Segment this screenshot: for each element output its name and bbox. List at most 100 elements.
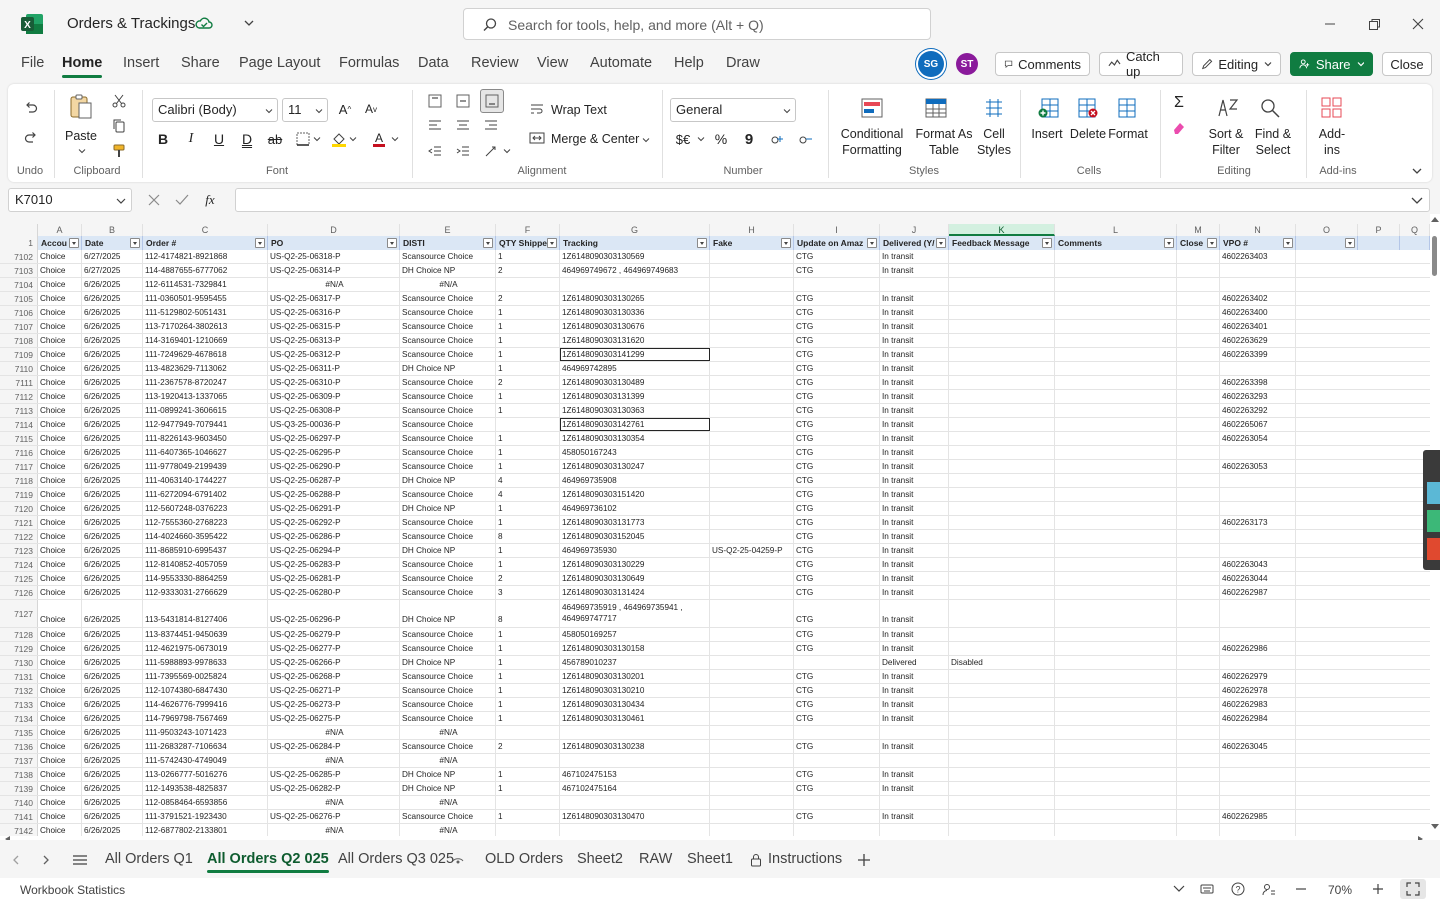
align-left-icon[interactable] bbox=[426, 116, 444, 134]
cell[interactable]: 111-5129802-5051431 bbox=[143, 306, 268, 319]
delete-button[interactable]: Delete bbox=[1068, 126, 1108, 142]
cell[interactable] bbox=[1177, 432, 1220, 445]
cell[interactable] bbox=[949, 502, 1055, 515]
row-number[interactable]: 7110 bbox=[0, 362, 38, 375]
cell[interactable]: #N/A bbox=[400, 824, 496, 836]
row-number[interactable]: 7112 bbox=[0, 390, 38, 403]
cell[interactable] bbox=[1177, 474, 1220, 487]
add-ins-button[interactable]: Add-ins bbox=[1312, 126, 1352, 158]
cell[interactable] bbox=[1177, 516, 1220, 529]
comments-button[interactable]: Comments bbox=[995, 52, 1090, 76]
cell[interactable] bbox=[710, 796, 794, 809]
cell[interactable]: 1Z6148090303130201 bbox=[560, 670, 710, 683]
table-row[interactable]: 7136 Choice 6/26/2025 111-2683287-7106634 US… bbox=[0, 740, 1430, 754]
prev-sheet-icon[interactable] bbox=[12, 855, 20, 865]
row-number[interactable]: 7116 bbox=[0, 446, 38, 459]
cell[interactable]: 467102475164 bbox=[560, 782, 710, 795]
cell[interactable] bbox=[949, 740, 1055, 753]
cell[interactable]: DH Choice NP bbox=[400, 544, 496, 557]
cell[interactable]: 4602262978 bbox=[1220, 684, 1296, 697]
table-row[interactable]: 7118 Choice 6/26/2025 111-4063140-1744227 US… bbox=[0, 474, 1430, 488]
cell[interactable] bbox=[1220, 824, 1296, 836]
cell[interactable] bbox=[880, 754, 949, 767]
delete-cells-icon[interactable] bbox=[1074, 94, 1102, 122]
cell[interactable] bbox=[1177, 334, 1220, 347]
cell[interactable]: 467102475153 bbox=[560, 768, 710, 781]
column-header[interactable]: F bbox=[496, 224, 560, 236]
filter-dropdown-icon[interactable] bbox=[1207, 238, 1217, 248]
cell[interactable]: In transit bbox=[880, 446, 949, 459]
table-row[interactable]: 7114 Choice 6/26/2025 112-9477949-7079441 US… bbox=[0, 418, 1430, 432]
cell[interactable] bbox=[949, 544, 1055, 557]
table-row[interactable]: 7130 Choice 6/26/2025 111-5988893-9978633 US… bbox=[0, 656, 1430, 670]
cell[interactable]: 1Z6148090303131424 bbox=[560, 586, 710, 599]
cell[interactable]: #N/A bbox=[400, 726, 496, 739]
cell[interactable]: 4602263629 bbox=[1220, 334, 1296, 347]
cell[interactable] bbox=[1220, 278, 1296, 291]
cell[interactable]: Choice bbox=[38, 516, 82, 529]
cell[interactable]: US-Q2-25-06294-P bbox=[268, 544, 400, 557]
cell[interactable]: CTG bbox=[794, 782, 880, 795]
cell[interactable] bbox=[560, 796, 710, 809]
cell[interactable]: CTG bbox=[794, 642, 880, 655]
table-row[interactable]: 7134 Choice 6/26/2025 114-7969798-7567469 US… bbox=[0, 712, 1430, 726]
cell[interactable]: 8 bbox=[496, 600, 560, 627]
cell[interactable]: 6/26/2025 bbox=[82, 754, 143, 767]
cell[interactable]: 111-8226143-9603450 bbox=[143, 432, 268, 445]
paste-button[interactable]: Paste bbox=[60, 128, 102, 144]
cell[interactable] bbox=[1220, 628, 1296, 641]
cell[interactable]: 4602262984 bbox=[1220, 712, 1296, 725]
cell[interactable]: 4602263044 bbox=[1220, 572, 1296, 585]
cell[interactable] bbox=[949, 460, 1055, 473]
cell[interactable] bbox=[1177, 586, 1220, 599]
cell[interactable]: 6/26/2025 bbox=[82, 516, 143, 529]
cell[interactable]: 6/26/2025 bbox=[82, 306, 143, 319]
cell[interactable]: Choice bbox=[38, 362, 82, 375]
cell[interactable]: Scansource Choice bbox=[400, 698, 496, 711]
cell[interactable]: In transit bbox=[880, 264, 949, 277]
editing-mode-button[interactable]: Editing bbox=[1192, 52, 1281, 76]
cell[interactable] bbox=[949, 292, 1055, 305]
cell[interactable]: Choice bbox=[38, 544, 82, 557]
cell[interactable]: 111-4063140-1744227 bbox=[143, 474, 268, 487]
cell[interactable]: #N/A bbox=[268, 824, 400, 836]
chevron-down-icon[interactable] bbox=[242, 16, 256, 35]
cell[interactable]: Scansource Choice bbox=[400, 320, 496, 333]
cell[interactable]: 4602263045 bbox=[1220, 740, 1296, 753]
cell[interactable]: 111-0360501-9595455 bbox=[143, 292, 268, 305]
cell[interactable] bbox=[1055, 586, 1177, 599]
cell[interactable]: 6/26/2025 bbox=[82, 320, 143, 333]
cell[interactable]: US-Q3-25-00036-P bbox=[268, 418, 400, 431]
cell[interactable]: Choice bbox=[38, 488, 82, 501]
cell[interactable] bbox=[710, 600, 794, 627]
cell[interactable]: US-Q2-25-06277-P bbox=[268, 642, 400, 655]
cell[interactable] bbox=[949, 768, 1055, 781]
cell[interactable] bbox=[1220, 796, 1296, 809]
cell[interactable]: 464969742895 bbox=[560, 362, 710, 375]
cell[interactable] bbox=[710, 446, 794, 459]
cell[interactable]: 1 bbox=[496, 544, 560, 557]
cell[interactable]: 4602263293 bbox=[1220, 390, 1296, 403]
conditional-formatting-icon[interactable] bbox=[858, 94, 886, 122]
cell[interactable]: Choice bbox=[38, 502, 82, 515]
add-sheet-icon[interactable] bbox=[857, 853, 871, 867]
cell[interactable]: CTG bbox=[794, 698, 880, 711]
cell[interactable]: Scansource Choice bbox=[400, 446, 496, 459]
tab-data[interactable]: Data bbox=[418, 55, 449, 71]
cell[interactable]: Scansource Choice bbox=[400, 306, 496, 319]
cell[interactable]: 1Z6148090303130434 bbox=[560, 698, 710, 711]
row-number[interactable]: 7136 bbox=[0, 740, 38, 753]
cell[interactable]: Choice bbox=[38, 810, 82, 823]
cell[interactable]: Scansource Choice bbox=[400, 488, 496, 501]
cut-icon[interactable] bbox=[110, 92, 128, 110]
cell[interactable]: DH Choice NP bbox=[400, 656, 496, 669]
table-row[interactable]: 7111 Choice 6/26/2025 111-2367578-8720247 US… bbox=[0, 376, 1430, 390]
table-header-cell[interactable]: Close bbox=[1177, 236, 1220, 250]
row-number[interactable]: 7135 bbox=[0, 726, 38, 739]
cell[interactable]: 1Z6148090303130569 bbox=[560, 250, 710, 263]
fill-color-icon[interactable] bbox=[330, 130, 348, 148]
cell[interactable] bbox=[710, 488, 794, 501]
chevron-down-icon[interactable] bbox=[312, 134, 322, 144]
cell[interactable] bbox=[1220, 446, 1296, 459]
cell[interactable]: 6/26/2025 bbox=[82, 390, 143, 403]
